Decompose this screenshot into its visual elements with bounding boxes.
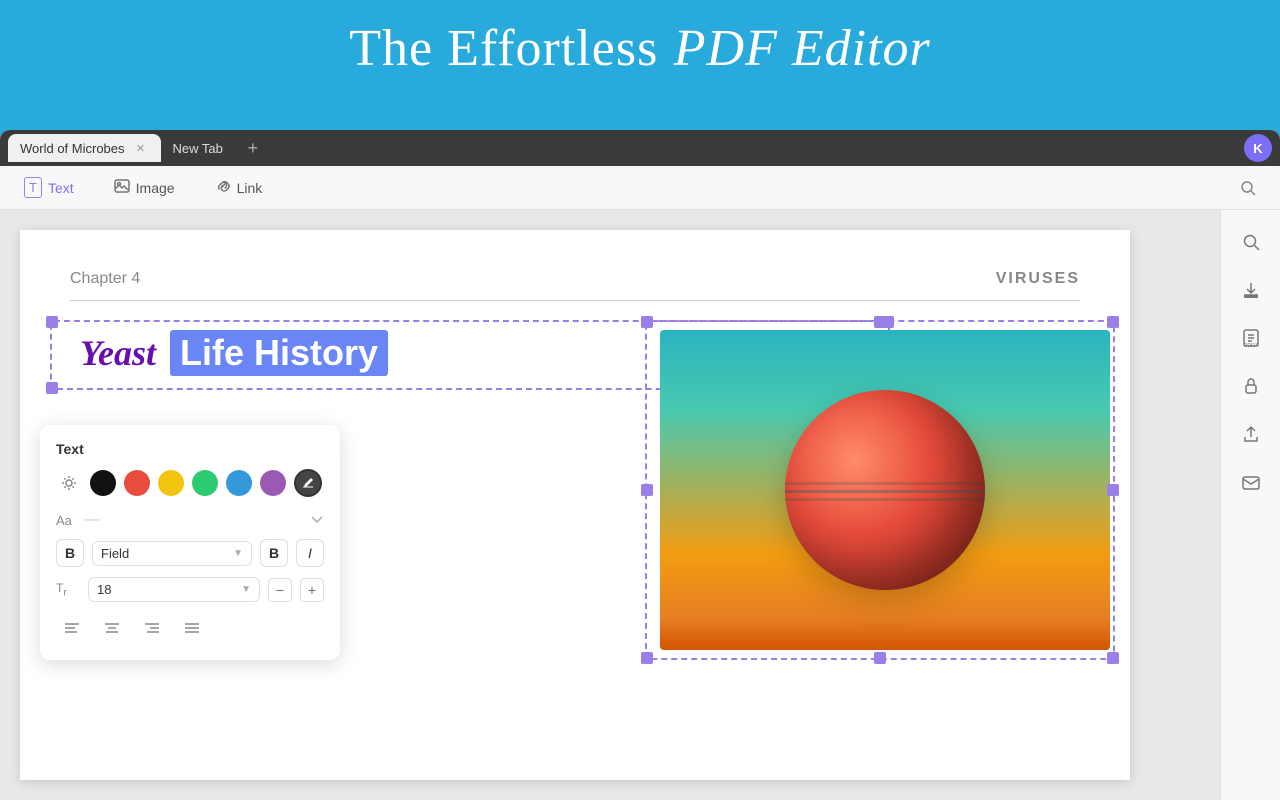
bold-button[interactable]: B — [56, 539, 84, 567]
tab-label: World of Microbes — [20, 141, 125, 156]
field-label: Field — [101, 546, 129, 561]
chevron-down-icon — [310, 513, 324, 527]
pdf-page: Chapter 4 VIRUSES Yeast Life History — [20, 230, 1130, 780]
text-icon: T — [24, 177, 42, 198]
toolbar-text[interactable]: T Text — [16, 173, 82, 202]
img-handle-br[interactable] — [1107, 652, 1119, 664]
title-cursive: PDF Editor — [674, 20, 931, 77]
tab-world-of-microbes[interactable]: World of Microbes ✕ — [8, 134, 161, 162]
color-purple[interactable] — [260, 470, 286, 496]
toolbar-image[interactable]: Image — [106, 174, 183, 201]
size-row: Tr 18 ▼ − + — [56, 577, 324, 602]
img-handle-mr[interactable] — [1107, 484, 1119, 496]
color-green[interactable] — [192, 470, 218, 496]
sidebar-share-icon[interactable] — [1231, 414, 1271, 454]
img-handle-tm[interactable] — [874, 316, 886, 328]
img-handle-bl[interactable] — [641, 652, 653, 664]
toolbar-text-label: Text — [48, 180, 74, 196]
italic-label: I — [308, 545, 312, 561]
sidebar-protect-icon[interactable] — [1231, 366, 1271, 406]
pdf-canvas: Chapter 4 VIRUSES Yeast Life History — [0, 210, 1220, 800]
size-select[interactable]: 18 ▼ — [88, 577, 260, 602]
image-icon — [114, 178, 130, 197]
app-title: The Effortless PDF Editor — [0, 18, 1280, 78]
size-increase-button[interactable]: + — [300, 578, 324, 602]
tab-new[interactable]: New Tab — [161, 134, 235, 162]
font-field-select[interactable]: Field ▼ — [92, 541, 252, 566]
color-red[interactable] — [124, 470, 150, 496]
align-justify-button[interactable] — [176, 612, 208, 644]
tab-close-button[interactable]: ✕ — [133, 140, 149, 156]
size-value: 18 — [97, 582, 111, 597]
content-area: Chapter 4 VIRUSES Yeast Life History — [0, 210, 1280, 800]
toolbar: T Text Image Link — [0, 166, 1280, 210]
selection-handle-bl[interactable] — [46, 382, 58, 394]
toolbar-image-label: Image — [136, 180, 175, 196]
italic-button[interactable]: I — [296, 539, 324, 567]
font-divider: — — [84, 511, 100, 529]
chapter-header: Chapter 4 VIRUSES — [70, 270, 1080, 301]
bold-label: B — [65, 545, 75, 561]
img-handle-tr[interactable] — [1107, 316, 1119, 328]
bold-button-2[interactable]: B — [260, 539, 288, 567]
align-right-button[interactable] — [136, 612, 168, 644]
img-handle-bm[interactable] — [874, 652, 886, 664]
pdf-heading: Yeast Life History — [80, 330, 388, 376]
sidebar-mail-icon[interactable] — [1231, 462, 1271, 502]
link-icon — [215, 178, 231, 197]
img-handle-tl[interactable] — [641, 316, 653, 328]
right-sidebar: PDF/A — [1220, 210, 1280, 800]
color-picker[interactable] — [294, 469, 322, 497]
link-type-icon[interactable] — [56, 470, 82, 496]
tab-bar: World of Microbes ✕ New Tab + K — [0, 130, 1280, 166]
bold-field-row: B Field ▼ B I — [56, 539, 324, 567]
chapter-label: Chapter 4 — [70, 270, 140, 288]
field-select-arrow: ▼ — [233, 548, 243, 559]
img-handle-ml[interactable] — [641, 484, 653, 496]
align-left-button[interactable] — [56, 612, 88, 644]
selection-handle-tl[interactable] — [46, 316, 58, 328]
font-row: Aa — — [56, 511, 324, 529]
text-panel: Text — [40, 425, 340, 660]
sidebar-pdf-icon[interactable]: PDF/A — [1231, 318, 1271, 358]
alignment-row — [56, 612, 324, 644]
browser-window: World of Microbes ✕ New Tab + K T Text I… — [0, 130, 1280, 800]
app-header: The Effortless PDF Editor — [0, 0, 1280, 98]
size-tr-label: Tr — [56, 581, 80, 598]
title-normal: The Effortless — [349, 20, 658, 77]
image-selection-box[interactable] — [645, 320, 1115, 660]
color-blue[interactable] — [226, 470, 252, 496]
font-aa-label: Aa — [56, 513, 76, 528]
color-palette — [56, 469, 324, 497]
color-yellow[interactable] — [158, 470, 184, 496]
toolbar-link[interactable]: Link — [207, 174, 271, 201]
user-avatar[interactable]: K — [1244, 134, 1272, 162]
text-panel-title: Text — [56, 441, 324, 457]
sidebar-download-icon[interactable] — [1231, 270, 1271, 310]
size-decrease-button[interactable]: − — [268, 578, 292, 602]
heading-yeast: Yeast — [80, 333, 156, 373]
search-icon[interactable] — [1232, 172, 1264, 204]
new-tab-button[interactable]: + — [239, 134, 267, 162]
tab-new-label: New Tab — [173, 141, 223, 156]
heading-life-history: Life History — [170, 330, 388, 376]
toolbar-link-label: Link — [237, 180, 263, 196]
sidebar-search-icon[interactable] — [1231, 222, 1271, 262]
size-arrow: ▼ — [241, 584, 251, 595]
svg-text:PDF/A: PDF/A — [1244, 343, 1259, 348]
color-black[interactable] — [90, 470, 116, 496]
align-center-button[interactable] — [96, 612, 128, 644]
chapter-section: VIRUSES — [996, 270, 1080, 288]
